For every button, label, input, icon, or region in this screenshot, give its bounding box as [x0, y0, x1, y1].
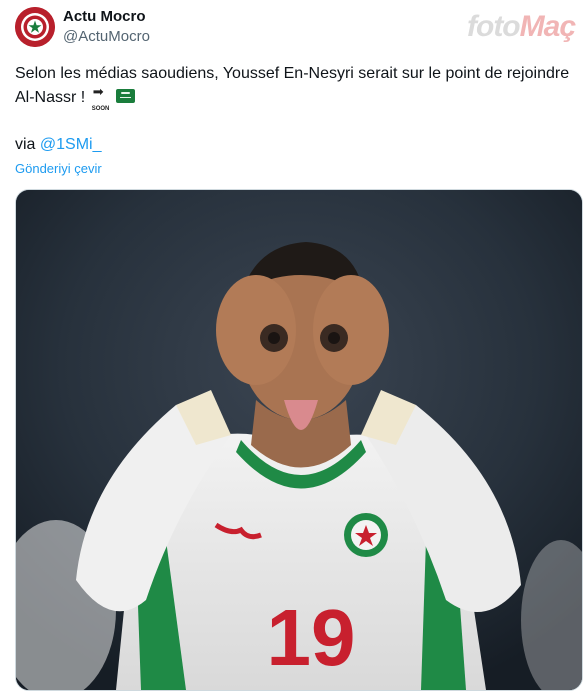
tweet-body: Selon les médias saoudiens, Youssef En-N…	[15, 62, 570, 112]
author-handle[interactable]: @ActuMocro	[63, 27, 150, 47]
emoji-soon-label: SOON	[91, 106, 110, 112]
player-photo: 19	[16, 190, 582, 690]
via-prefix: via	[15, 136, 36, 153]
translate-post-link[interactable]: Gönderiyi çevir	[15, 160, 102, 178]
watermark-part-2: Maç	[519, 10, 576, 43]
moroccan-federation-crest-icon	[15, 7, 55, 47]
watermark-part-1: foto	[467, 10, 521, 43]
avatar[interactable]	[15, 7, 55, 47]
via-line: via @1SMi_	[15, 133, 102, 157]
tweet-media-photo[interactable]: 19	[15, 189, 583, 691]
saudi-flag-emoji	[115, 89, 135, 103]
watermark-logo: fotoMaç	[467, 10, 576, 44]
jersey-number: 19	[267, 593, 356, 682]
author-names: Actu Mocro @ActuMocro	[63, 8, 150, 47]
author-display-name[interactable]: Actu Mocro	[63, 8, 150, 26]
soon-arrow-emoji: ➡ SOON	[92, 85, 114, 112]
via-mention-link[interactable]: @1SMi_	[40, 136, 102, 153]
